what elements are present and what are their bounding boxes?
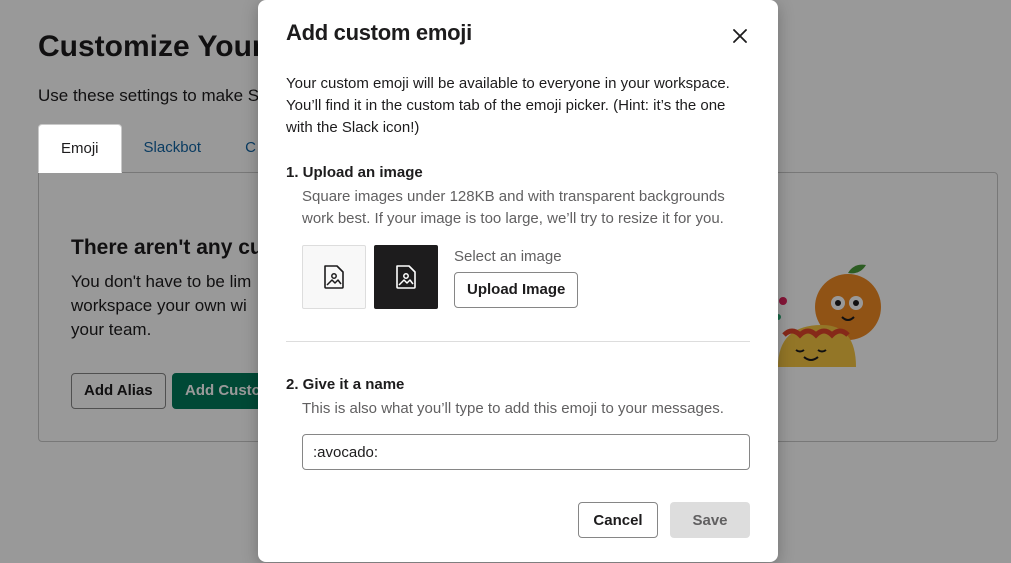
close-icon bbox=[733, 29, 747, 43]
divider bbox=[286, 341, 750, 342]
add-custom-emoji-dialog: Add custom emoji Your custom emoji will … bbox=[258, 0, 778, 562]
light-preview bbox=[302, 245, 366, 309]
cancel-button[interactable]: Cancel bbox=[578, 502, 658, 538]
name-step-title: 2. Give it a name bbox=[286, 376, 405, 393]
upload-step-description: Square images under 128KB and with trans… bbox=[302, 188, 725, 227]
emoji-name-input[interactable] bbox=[302, 434, 750, 470]
image-icon bbox=[324, 265, 344, 289]
save-button[interactable]: Save bbox=[670, 502, 750, 538]
close-button[interactable] bbox=[726, 22, 754, 50]
name-step-description: This is also what you’ll type to add thi… bbox=[302, 400, 724, 417]
dialog-title: Add custom emoji bbox=[286, 20, 472, 45]
upload-image-button[interactable]: Upload Image bbox=[454, 272, 579, 308]
tab-emoji[interactable]: Emoji bbox=[38, 124, 122, 173]
image-icon bbox=[396, 265, 416, 289]
upload-step-title: 1. Upload an image bbox=[286, 164, 423, 181]
select-image-label: Select an image bbox=[454, 248, 562, 265]
dialog-intro: Your custom emoji will be available to e… bbox=[286, 75, 730, 136]
dark-preview bbox=[374, 245, 438, 309]
